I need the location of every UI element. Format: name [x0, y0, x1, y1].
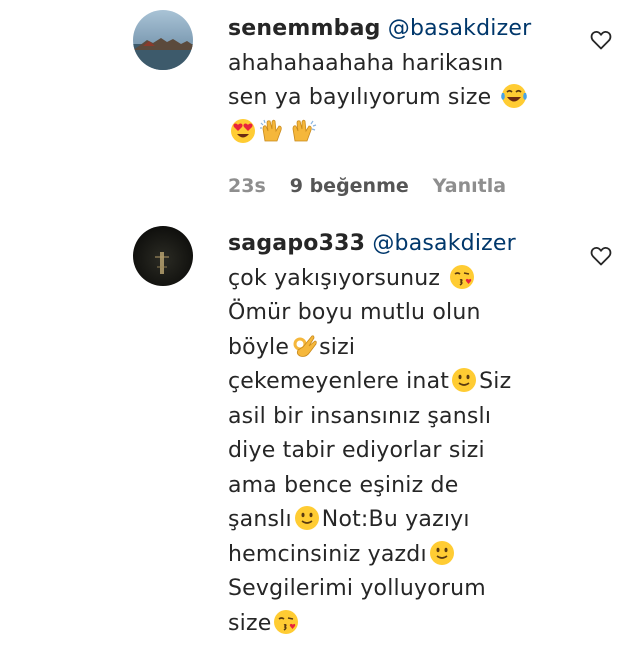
slightly-smiling-face-icon	[294, 506, 319, 530]
avatar[interactable]	[133, 226, 193, 286]
slightly-smiling-face-icon	[429, 540, 454, 565]
slightly-smiling-face-icon	[452, 368, 477, 392]
kissing-face-with-heart-icon	[450, 264, 475, 289]
comment-line: Ömür boyu mutlu olun	[228, 300, 481, 325]
comment-line: asil bir insansınız şanslı	[228, 403, 492, 429]
face-with-tears-of-joy-icon	[500, 84, 527, 108]
clapping-hands-icon	[260, 119, 282, 141]
heart-outline-icon[interactable]	[589, 28, 613, 52]
clapping-hands-icon	[292, 119, 317, 141]
comment-username[interactable]: sagapo333	[228, 231, 365, 256]
comment-line: böyle	[228, 334, 290, 360]
comment-mention[interactable]: @basakdizer	[388, 16, 532, 41]
comment-like-count[interactable]: 9 beğenme	[290, 175, 409, 197]
comment-line: şanslı	[228, 507, 292, 532]
avatar[interactable]	[133, 10, 193, 70]
comment-line: diye tabir ediyorlar sizi	[228, 438, 485, 463]
comment-timestamp[interactable]: 23s	[228, 175, 266, 197]
comment-line: sen ya bayılıyorum size	[228, 85, 492, 110]
comment-line: Not:Bu yazıyı	[321, 507, 470, 532]
comment-line: çok yakışıyorsunuz	[228, 265, 441, 291]
comment-text: sagapo333 @basakdizer çok yakışıyorsunuz…	[228, 227, 588, 641]
heart-eyes-face-icon	[231, 118, 255, 143]
comment-line: çekemeyenlere inat	[228, 369, 450, 394]
reply-button[interactable]: Yanıtla	[433, 175, 506, 197]
comment-text: senemmbag @basakdizer ahahahaahaha harik…	[228, 12, 588, 150]
kissing-face-with-heart-icon	[274, 609, 299, 634]
comment-line: size	[228, 610, 272, 636]
comment-line: hemcinsiniz yazdı	[228, 541, 427, 567]
comment-mention[interactable]: @basakdizer	[372, 231, 516, 256]
comment-line: ama bence eşiniz de	[228, 472, 459, 498]
comment-line: ahahahaahaha harikasın	[228, 50, 504, 76]
comment-line: Siz	[479, 369, 512, 394]
comment-line: Sevgilerimi yolluyorum	[228, 576, 486, 601]
ok-hand-icon	[293, 334, 317, 357]
heart-outline-icon[interactable]	[589, 244, 613, 268]
comment-line: sizi	[319, 334, 356, 360]
comment-username[interactable]: senemmbag	[228, 16, 381, 41]
comment-meta: 23s 9 beğenme Yanıtla	[228, 175, 506, 197]
